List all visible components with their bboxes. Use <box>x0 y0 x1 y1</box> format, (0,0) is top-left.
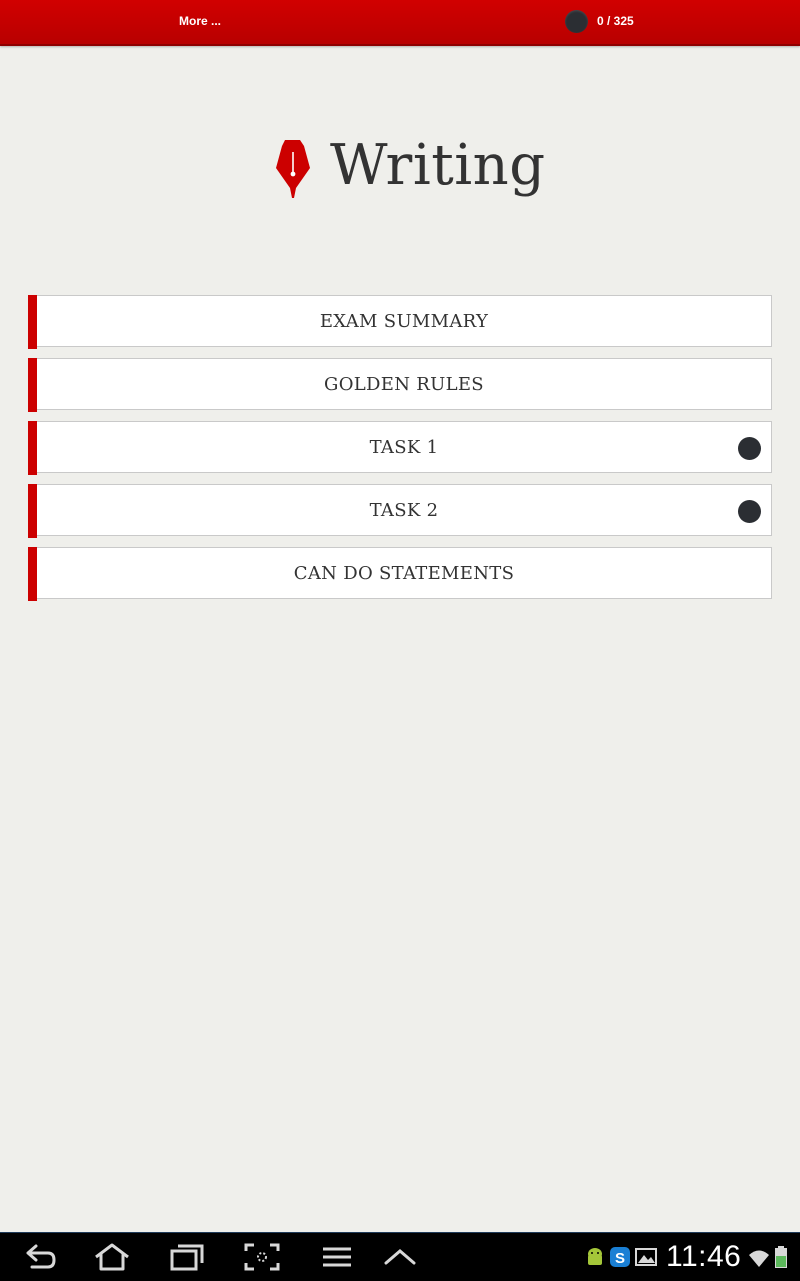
menu-item-label: CAN DO STATEMENTS <box>293 563 515 584</box>
gallery-icon <box>635 1245 657 1269</box>
menu-item-task-1[interactable]: TASK 1 <box>28 421 772 475</box>
svg-text:S: S <box>615 1250 625 1267</box>
menu-item-accent <box>28 358 37 412</box>
progress-count: 0 / 325 <box>597 14 634 28</box>
menu-item-accent <box>28 421 37 475</box>
menu-item-label: GOLDEN RULES <box>324 374 484 395</box>
screenshot-icon[interactable] <box>242 1241 282 1273</box>
system-navigation-bar: S 11:46 <box>0 1232 800 1281</box>
skype-icon: S <box>609 1245 631 1269</box>
top-action-bar: More ... 0 / 325 <box>0 0 800 46</box>
home-icon[interactable] <box>92 1241 132 1273</box>
system-clock: 11:46 <box>666 1240 742 1273</box>
back-icon[interactable] <box>20 1241 60 1273</box>
menu-item-accent <box>28 484 37 538</box>
menu-item-accent <box>28 547 37 601</box>
completion-status-icon <box>738 437 761 460</box>
battery-icon <box>772 1245 790 1269</box>
menu-item-exam-summary[interactable]: EXAM SUMMARY <box>28 295 772 349</box>
section-menu: EXAM SUMMARY GOLDEN RULES TASK 1 TASK 2 … <box>28 295 772 610</box>
menu-item-label: TASK 1 <box>369 437 439 458</box>
page-title: Writing <box>330 133 546 198</box>
menu-item-accent <box>28 295 37 349</box>
menu-icon[interactable] <box>317 1241 357 1273</box>
menu-item-golden-rules[interactable]: GOLDEN RULES <box>28 358 772 412</box>
menu-item-task-2[interactable]: TASK 2 <box>28 484 772 538</box>
more-button[interactable]: More ... <box>179 13 221 29</box>
wifi-icon <box>748 1245 770 1269</box>
completion-status-icon <box>738 500 761 523</box>
fountain-pen-nib-icon <box>274 138 312 198</box>
android-debug-icon <box>584 1245 606 1269</box>
menu-item-label: EXAM SUMMARY <box>319 311 489 332</box>
up-chevron-icon[interactable] <box>380 1241 420 1273</box>
menu-item-can-do-statements[interactable]: CAN DO STATEMENTS <box>28 547 772 601</box>
menu-item-label: TASK 2 <box>369 500 439 521</box>
progress-indicator-icon <box>565 10 588 33</box>
recent-apps-icon[interactable] <box>167 1241 207 1273</box>
page-header: Writing <box>0 130 800 210</box>
